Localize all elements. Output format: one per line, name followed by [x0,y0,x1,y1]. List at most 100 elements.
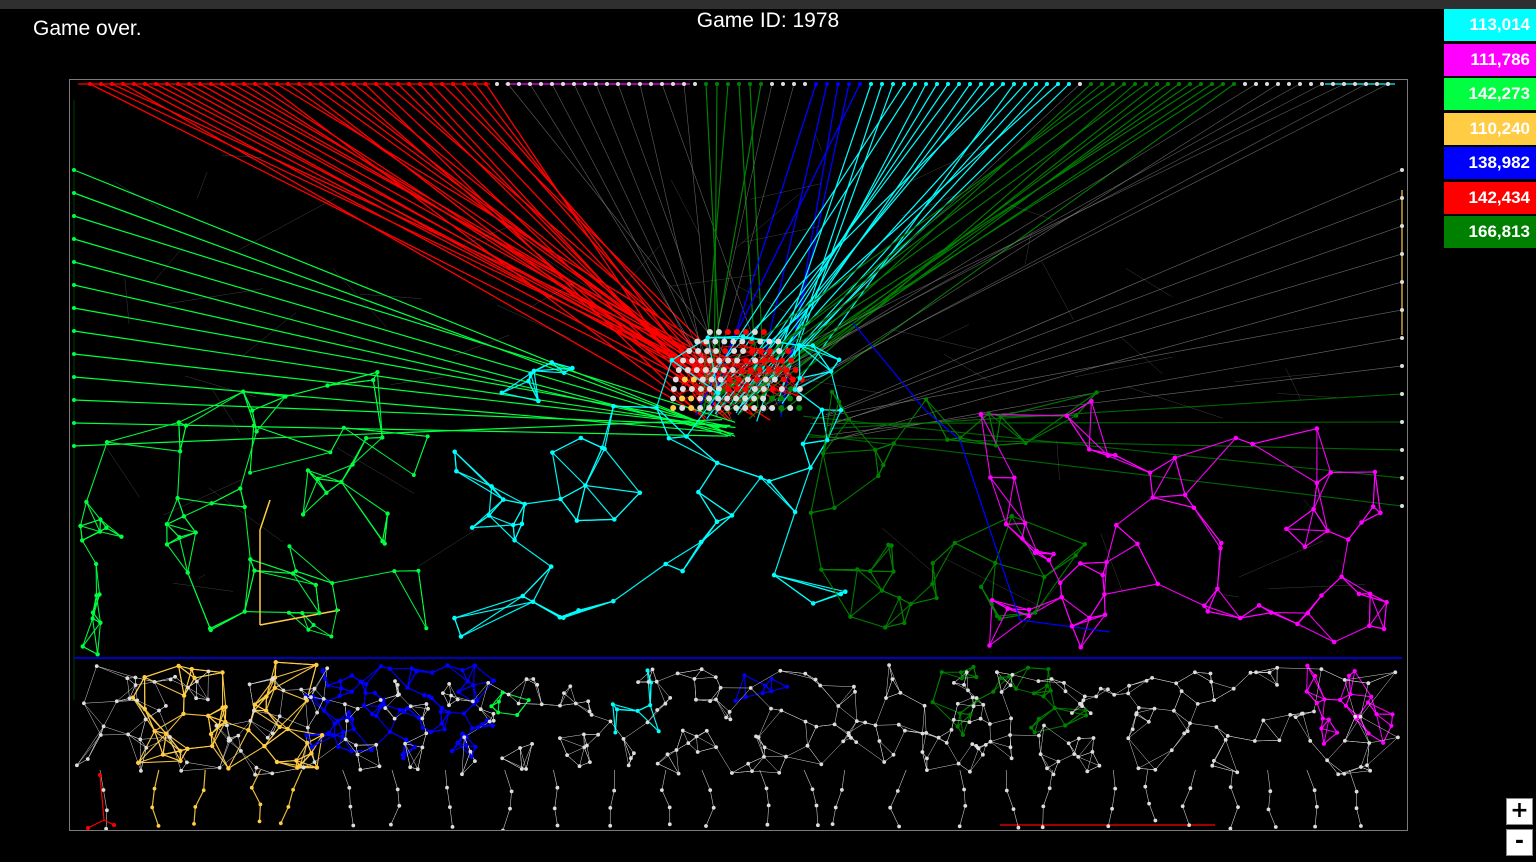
board-node[interactable] [341,82,345,86]
board-node[interactable] [1090,750,1095,754]
board-node[interactable] [611,403,616,409]
board-node[interactable] [925,756,929,761]
board-node[interactable] [676,771,681,776]
board-node[interactable] [465,679,470,684]
board-node[interactable] [142,706,147,712]
board-node[interactable] [104,440,110,445]
board-node[interactable] [1354,789,1359,794]
board-node[interactable] [825,437,830,443]
board-node[interactable] [742,395,749,402]
board-node[interactable] [854,740,859,744]
board-node[interactable] [176,420,181,425]
board-node[interactable] [136,760,141,765]
board-node[interactable] [1008,745,1013,750]
board-node[interactable] [486,513,492,518]
board-node[interactable] [500,690,505,695]
board-node[interactable] [312,760,317,764]
board-node[interactable] [616,82,620,86]
board-node[interactable] [1003,522,1009,527]
board-node[interactable] [979,82,983,86]
board-node[interactable] [1086,447,1092,452]
board-node[interactable] [1199,82,1203,86]
board-node[interactable] [978,716,983,721]
board-node[interactable] [599,445,605,451]
board-node[interactable] [490,723,495,728]
board-node[interactable] [472,663,477,668]
board-node[interactable] [473,759,477,763]
board-node[interactable] [763,683,768,688]
board-node[interactable] [645,720,650,725]
board-node[interactable] [805,743,810,748]
board-node[interactable] [704,824,708,828]
board-node[interactable] [743,695,748,699]
board-node[interactable] [725,357,732,364]
board-node[interactable] [1059,594,1064,600]
board-node[interactable] [1336,772,1341,777]
board-node[interactable] [629,756,633,761]
board-node[interactable] [314,662,319,668]
board-node[interactable] [286,805,291,809]
board-node[interactable] [754,734,758,739]
board-node[interactable] [986,411,991,416]
board-node[interactable] [156,824,161,828]
board-node[interactable] [164,522,170,527]
board-node[interactable] [955,724,960,729]
board-node[interactable] [858,82,862,86]
board-node[interactable] [251,423,256,428]
board-node[interactable] [958,711,963,716]
board-node[interactable] [350,462,355,467]
board-node[interactable] [309,695,313,699]
board-node[interactable] [698,539,704,545]
board-node[interactable] [192,822,196,826]
board-node[interactable] [970,695,975,700]
board-node[interactable] [1010,672,1015,677]
board-node[interactable] [72,352,76,356]
board-node[interactable] [248,470,253,475]
board-node[interactable] [263,708,269,713]
board-node[interactable] [1305,663,1310,668]
board-node[interactable] [1365,700,1370,705]
board-node[interactable] [1082,694,1087,699]
board-node[interactable] [1346,673,1352,678]
board-node[interactable] [819,567,824,572]
board-node[interactable] [1320,716,1325,721]
board-node[interactable] [778,668,783,673]
board-node[interactable] [1143,784,1148,789]
board-node[interactable] [305,740,310,746]
board-node[interactable] [993,560,998,566]
board-node[interactable] [1072,752,1077,756]
board-node[interactable] [248,718,253,723]
board-node[interactable] [72,191,76,195]
board-node[interactable] [769,676,774,681]
board-node[interactable] [979,584,984,590]
board-node[interactable] [455,740,460,746]
board-node[interactable] [981,752,985,757]
board-node[interactable] [993,443,999,448]
board-node[interactable] [369,747,374,753]
board-node[interactable] [550,82,554,86]
board-node[interactable] [401,710,406,715]
board-node[interactable] [291,787,295,792]
board-node[interactable] [1367,623,1372,629]
board-node[interactable] [424,626,429,631]
board-node[interactable] [760,329,767,335]
board-node[interactable] [1114,522,1119,528]
board-node[interactable] [207,626,213,631]
board-node[interactable] [814,803,819,808]
board-node[interactable] [758,475,763,480]
board-node[interactable] [377,704,383,709]
board-node[interactable] [686,348,693,354]
board-node[interactable] [1261,718,1266,723]
board-node[interactable] [392,569,397,574]
board-node[interactable] [967,720,972,724]
board-node[interactable] [97,592,102,597]
board-node[interactable] [449,748,455,754]
board-node[interactable] [1102,592,1107,597]
board-node[interactable] [403,741,407,746]
board-node[interactable] [185,746,190,751]
board-node[interactable] [760,691,765,696]
board-node[interactable] [724,715,728,720]
board-node[interactable] [724,405,731,411]
board-node[interactable] [1313,673,1318,679]
board-node[interactable] [515,713,520,717]
